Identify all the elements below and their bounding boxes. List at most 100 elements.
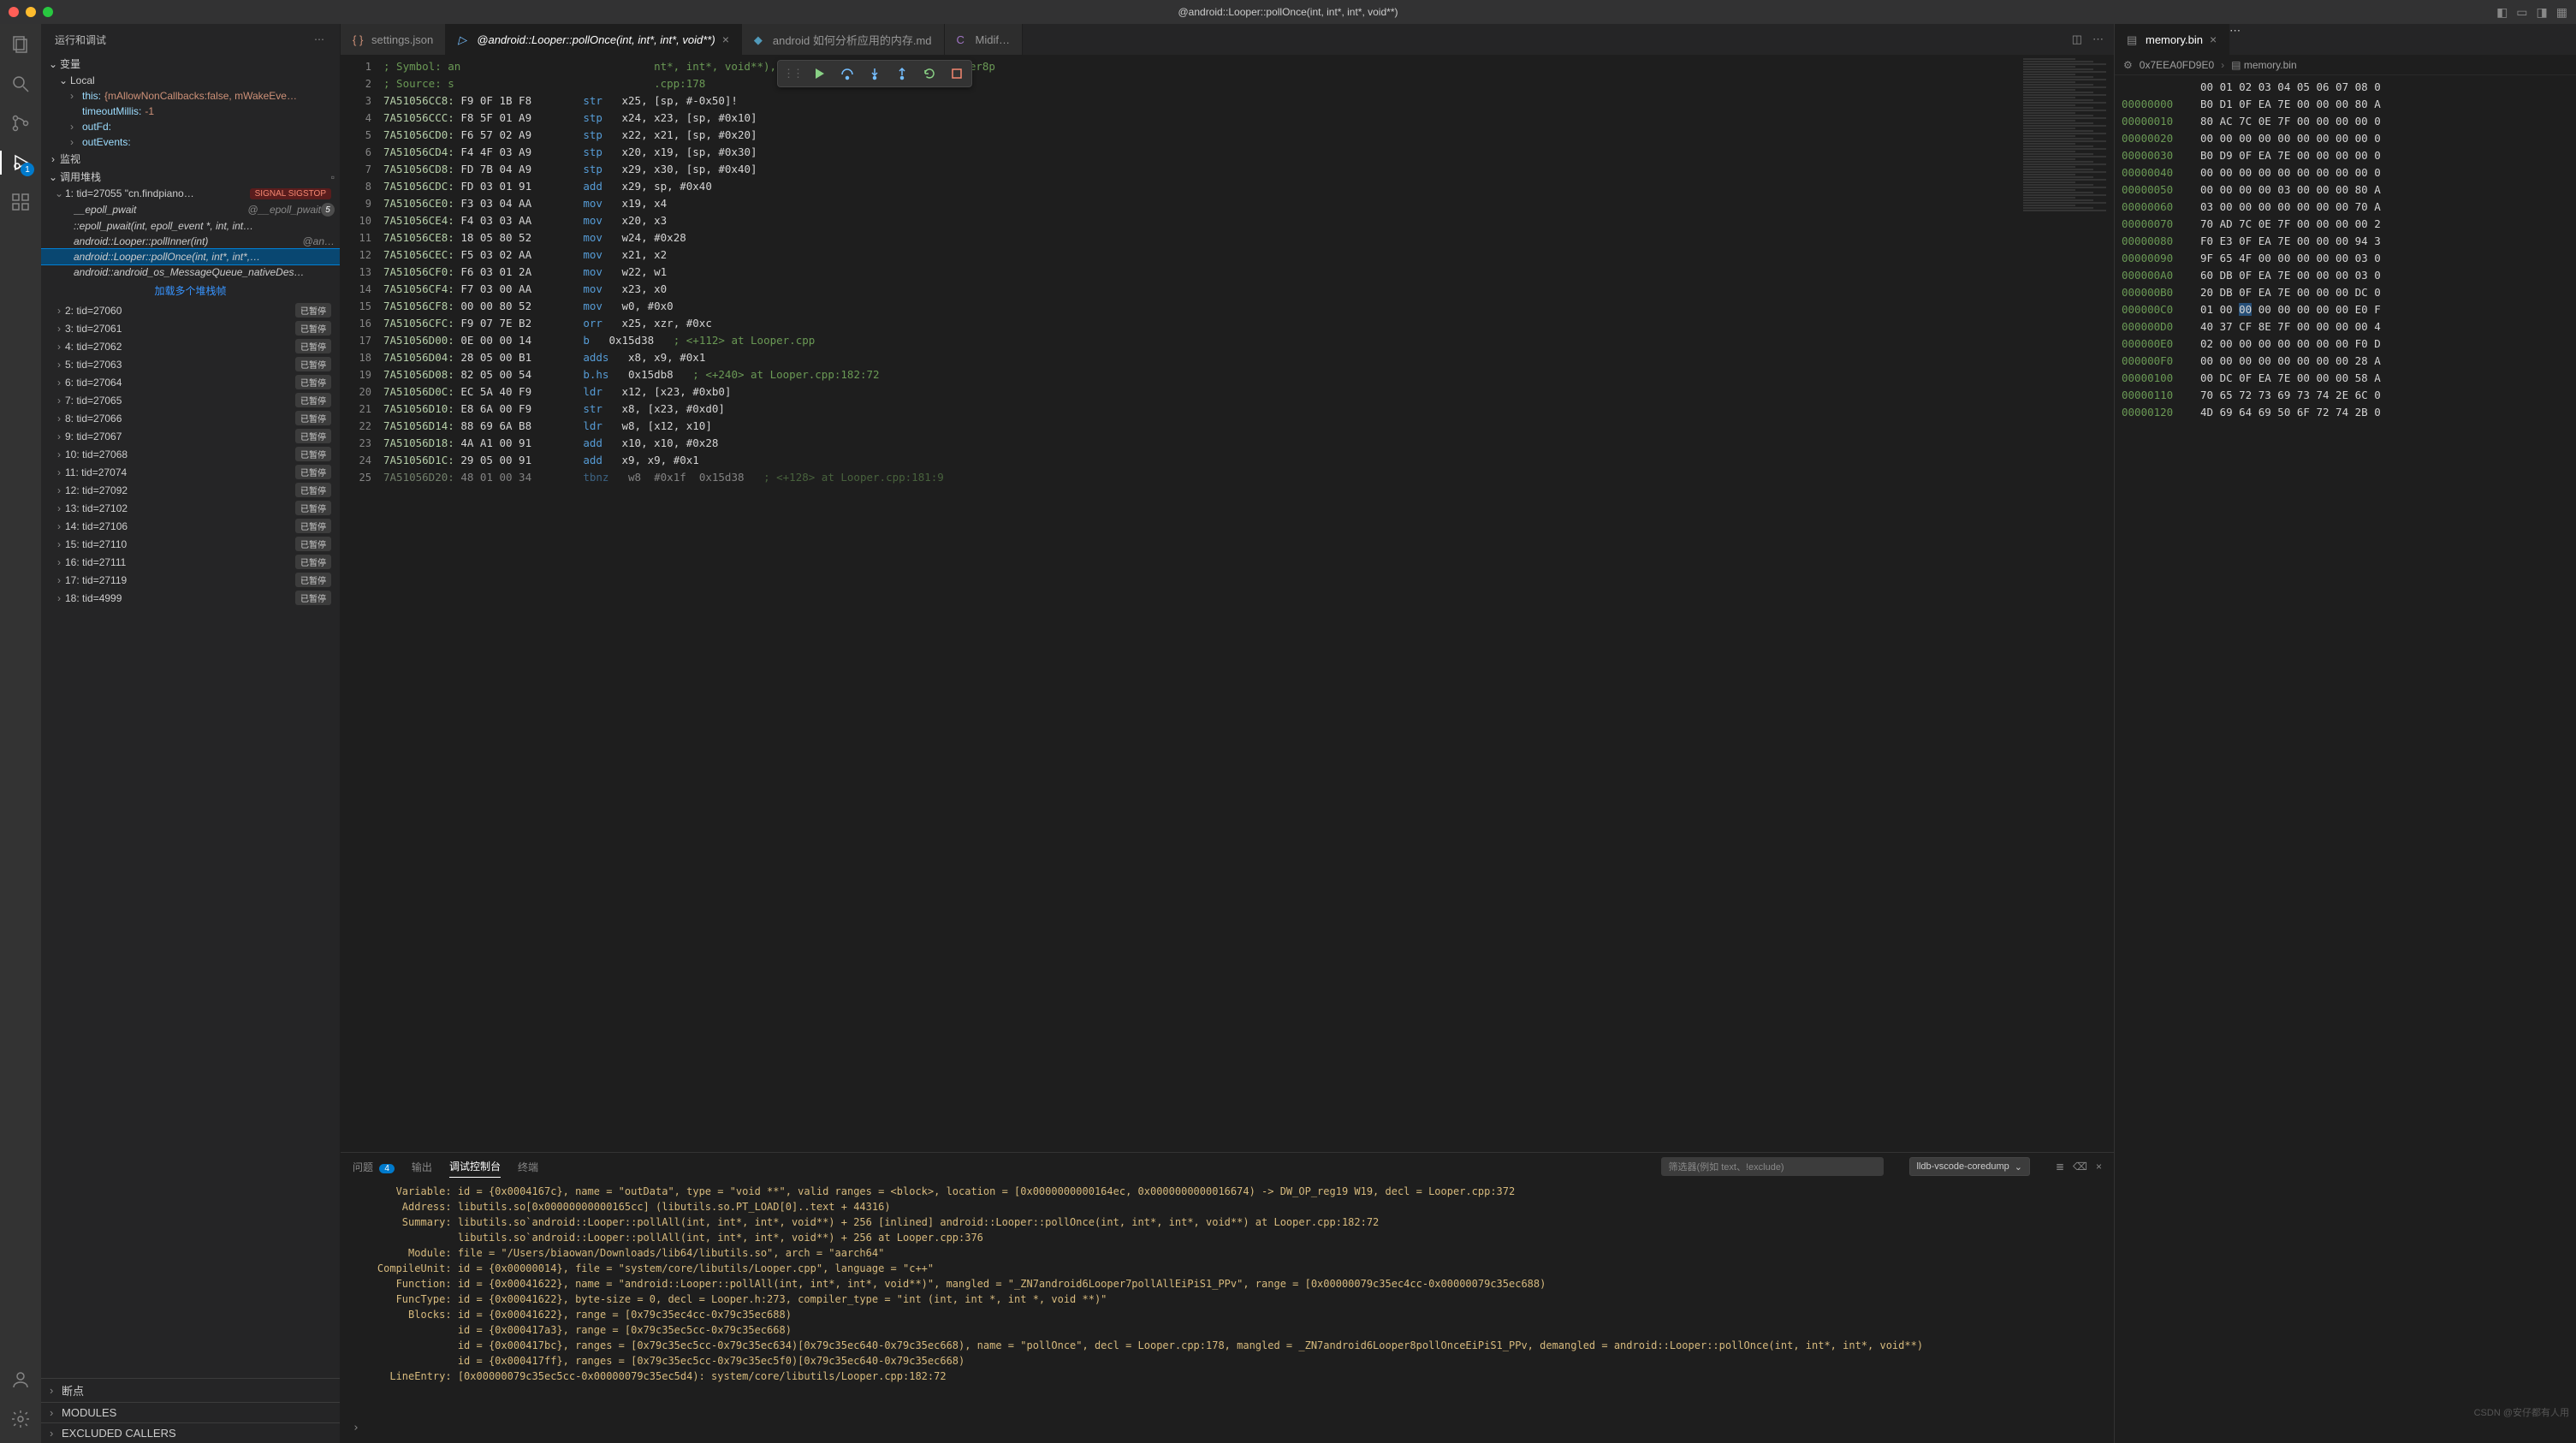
sidebar-title: 运行和调试 (55, 33, 106, 47)
run-icon: ▷ (458, 33, 470, 45)
step-out-button[interactable] (893, 64, 911, 83)
tab-debug-console[interactable]: 调试控制台 (449, 1155, 501, 1178)
window-controls (9, 7, 53, 17)
variable-row[interactable]: ›this: {mAllowNonCallbacks:false, mWakeE… (41, 88, 340, 104)
scope-local[interactable]: ⌄Local (41, 73, 340, 88)
thread-row[interactable]: ›17: tid=27119已暂停 (41, 571, 340, 589)
debug-toolbar[interactable]: ⋮⋮ (777, 60, 972, 87)
thread-row[interactable]: ›15: tid=27110已暂停 (41, 535, 340, 553)
layout-controls: ◧ ▭ ◨ ▦ (2496, 5, 2567, 20)
editor-tabs: { } settings.json ▷ @android::Looper::po… (341, 24, 2114, 55)
thread-row[interactable]: ›9: tid=27067已暂停 (41, 427, 340, 445)
close-window[interactable] (9, 7, 19, 17)
c-icon: C (957, 33, 969, 45)
thread-row[interactable]: ›10: tid=27068已暂停 (41, 445, 340, 463)
debug-session-dropdown[interactable]: lldb-vscode-coredump⌄ (1909, 1157, 2030, 1176)
stack-frame[interactable]: ::epoll_pwait(int, epoll_event *, int, i… (41, 218, 340, 234)
sidebar-more-icon[interactable]: ⋯ (314, 33, 326, 45)
section-callstack[interactable]: ⌄调用堆栈 ▫ (41, 168, 340, 186)
account-icon[interactable] (9, 1368, 33, 1392)
close-icon[interactable]: × (2210, 33, 2217, 46)
debug-console-input[interactable]: › (341, 1420, 2114, 1443)
breadcrumb-file[interactable]: ▤ memory.bin (2231, 59, 2296, 71)
thread-1[interactable]: ⌄ 1: tid=27055 "cn.findpiano… SIGNAL SIG… (41, 186, 340, 201)
thread-row[interactable]: ›14: tid=27106已暂停 (41, 517, 340, 535)
thread-row[interactable]: ›18: tid=4999已暂停 (41, 589, 340, 607)
stack-frame[interactable]: android::Looper::pollOnce(int, int*, int… (41, 249, 340, 264)
stack-frame[interactable]: android::Looper::pollInner(int)@an… (41, 234, 340, 249)
tab-disasm[interactable]: ▷ @android::Looper::pollOnce(int, int*, … (446, 24, 742, 55)
activitybar: 1 (0, 24, 41, 1443)
tab-memory-bin[interactable]: ▤ memory.bin × (2115, 24, 2229, 55)
panel-close-icon[interactable]: × (2096, 1161, 2102, 1173)
gear-icon[interactable]: ⚙ (2123, 59, 2133, 71)
run-debug-icon[interactable]: 1 (9, 151, 33, 175)
tab-terminal[interactable]: 终端 (518, 1156, 538, 1178)
variable-row[interactable]: ›outEvents: (41, 134, 340, 150)
tab-midif[interactable]: C Midif… (945, 24, 1023, 55)
markdown-icon: ◆ (754, 33, 766, 45)
tab-more-icon[interactable]: ⋯ (2092, 33, 2104, 46)
tab-markdown[interactable]: ◆ android 如何分析应用的内存.md (742, 24, 945, 55)
filter-input[interactable]: 筛选器(例如 text、!exclude) (1661, 1157, 1884, 1176)
watermark: CSDN @安仔都有人用 (2474, 1405, 2569, 1419)
section-excluded-callers[interactable]: ›EXCLUDED CALLERS (41, 1422, 340, 1443)
breadcrumb-addr[interactable]: 0x7EEA0FD9E0 (2140, 59, 2214, 71)
step-into-button[interactable] (865, 64, 884, 83)
collapse-icon[interactable]: ▫ (331, 171, 335, 183)
tab-output[interactable]: 输出 (412, 1156, 432, 1178)
variable-row[interactable]: timeoutMillis: -1 (41, 104, 340, 119)
code-view[interactable]: ; Symbol: an nt*, int*, void**), mangled… (383, 55, 2020, 1152)
debug-sidebar: 运行和调试 ⋯ ⌄变量 ⌄Local ›this: {mAllowNonCall… (41, 24, 341, 1443)
stack-frame[interactable]: __epoll_pwait@__epoll_pwait5 (41, 201, 340, 218)
filter-icon[interactable]: ≣ (2056, 1161, 2064, 1173)
thread-row[interactable]: ›13: tid=27102已暂停 (41, 499, 340, 517)
variable-row[interactable]: ›outFd: (41, 119, 340, 134)
minimize-window[interactable] (26, 7, 36, 17)
panel-bottom-icon[interactable]: ▭ (2516, 5, 2527, 20)
braces-icon: { } (353, 33, 365, 45)
stack-frame[interactable]: android::android_os_MessageQueue_nativeD… (41, 264, 340, 280)
load-more-frames[interactable]: 加载多个堆栈帧 (41, 280, 340, 301)
extensions-icon[interactable] (9, 190, 33, 214)
step-over-button[interactable] (838, 64, 857, 83)
maximize-window[interactable] (43, 7, 53, 17)
drag-handle-icon[interactable]: ⋮⋮ (783, 67, 802, 80)
layout-grid-icon[interactable]: ▦ (2556, 5, 2567, 20)
section-modules[interactable]: ›MODULES (41, 1402, 340, 1422)
thread-row[interactable]: ›4: tid=27062已暂停 (41, 337, 340, 355)
thread-row[interactable]: ›3: tid=27061已暂停 (41, 319, 340, 337)
settings-icon[interactable] (9, 1407, 33, 1431)
explorer-icon[interactable] (9, 33, 33, 56)
minimap[interactable] (2020, 55, 2114, 1152)
thread-row[interactable]: ›2: tid=27060已暂停 (41, 301, 340, 319)
line-gutter: 1234567891011121314151617181920212223242… (341, 55, 383, 1152)
continue-button[interactable] (810, 64, 829, 83)
thread-row[interactable]: ›5: tid=27063已暂停 (41, 355, 340, 373)
stop-button[interactable] (947, 64, 966, 83)
titlebar: @android::Looper::pollOnce(int, int*, in… (0, 0, 2576, 24)
thread-row[interactable]: ›7: tid=27065已暂停 (41, 391, 340, 409)
clear-icon[interactable]: ⌫ (2073, 1161, 2087, 1173)
thread-row[interactable]: ›6: tid=27064已暂停 (41, 373, 340, 391)
panel-right-icon[interactable]: ◨ (2537, 5, 2548, 20)
hex-editor: ▤ memory.bin × ⋯ ⚙ 0x7EEA0FD9E0 › ▤ memo… (2114, 24, 2576, 1443)
thread-row[interactable]: ›8: tid=27066已暂停 (41, 409, 340, 427)
hex-view[interactable]: 00 01 02 03 04 05 06 07 08 000000000B0 D… (2115, 75, 2576, 1443)
close-icon[interactable]: × (722, 33, 729, 46)
section-watch[interactable]: ›监视 (41, 150, 340, 168)
tab-problems[interactable]: 问题 4 (353, 1156, 395, 1178)
panel-left-icon[interactable]: ◧ (2496, 5, 2508, 20)
restart-button[interactable] (920, 64, 939, 83)
search-icon[interactable] (9, 72, 33, 96)
section-breakpoints[interactable]: ›断点 (41, 1378, 340, 1402)
section-variables[interactable]: ⌄变量 (41, 55, 340, 73)
split-editor-icon[interactable]: ◫ (2072, 33, 2082, 46)
thread-row[interactable]: ›11: tid=27074已暂停 (41, 463, 340, 481)
debug-console-output[interactable]: Variable: id = {0x0004167c}, name = "out… (341, 1180, 2114, 1420)
source-control-icon[interactable] (9, 111, 33, 135)
thread-row[interactable]: ›16: tid=27111已暂停 (41, 553, 340, 571)
tab-settings-json[interactable]: { } settings.json (341, 24, 446, 55)
tab-more-icon[interactable]: ⋯ (2229, 24, 2241, 37)
thread-row[interactable]: ›12: tid=27092已暂停 (41, 481, 340, 499)
